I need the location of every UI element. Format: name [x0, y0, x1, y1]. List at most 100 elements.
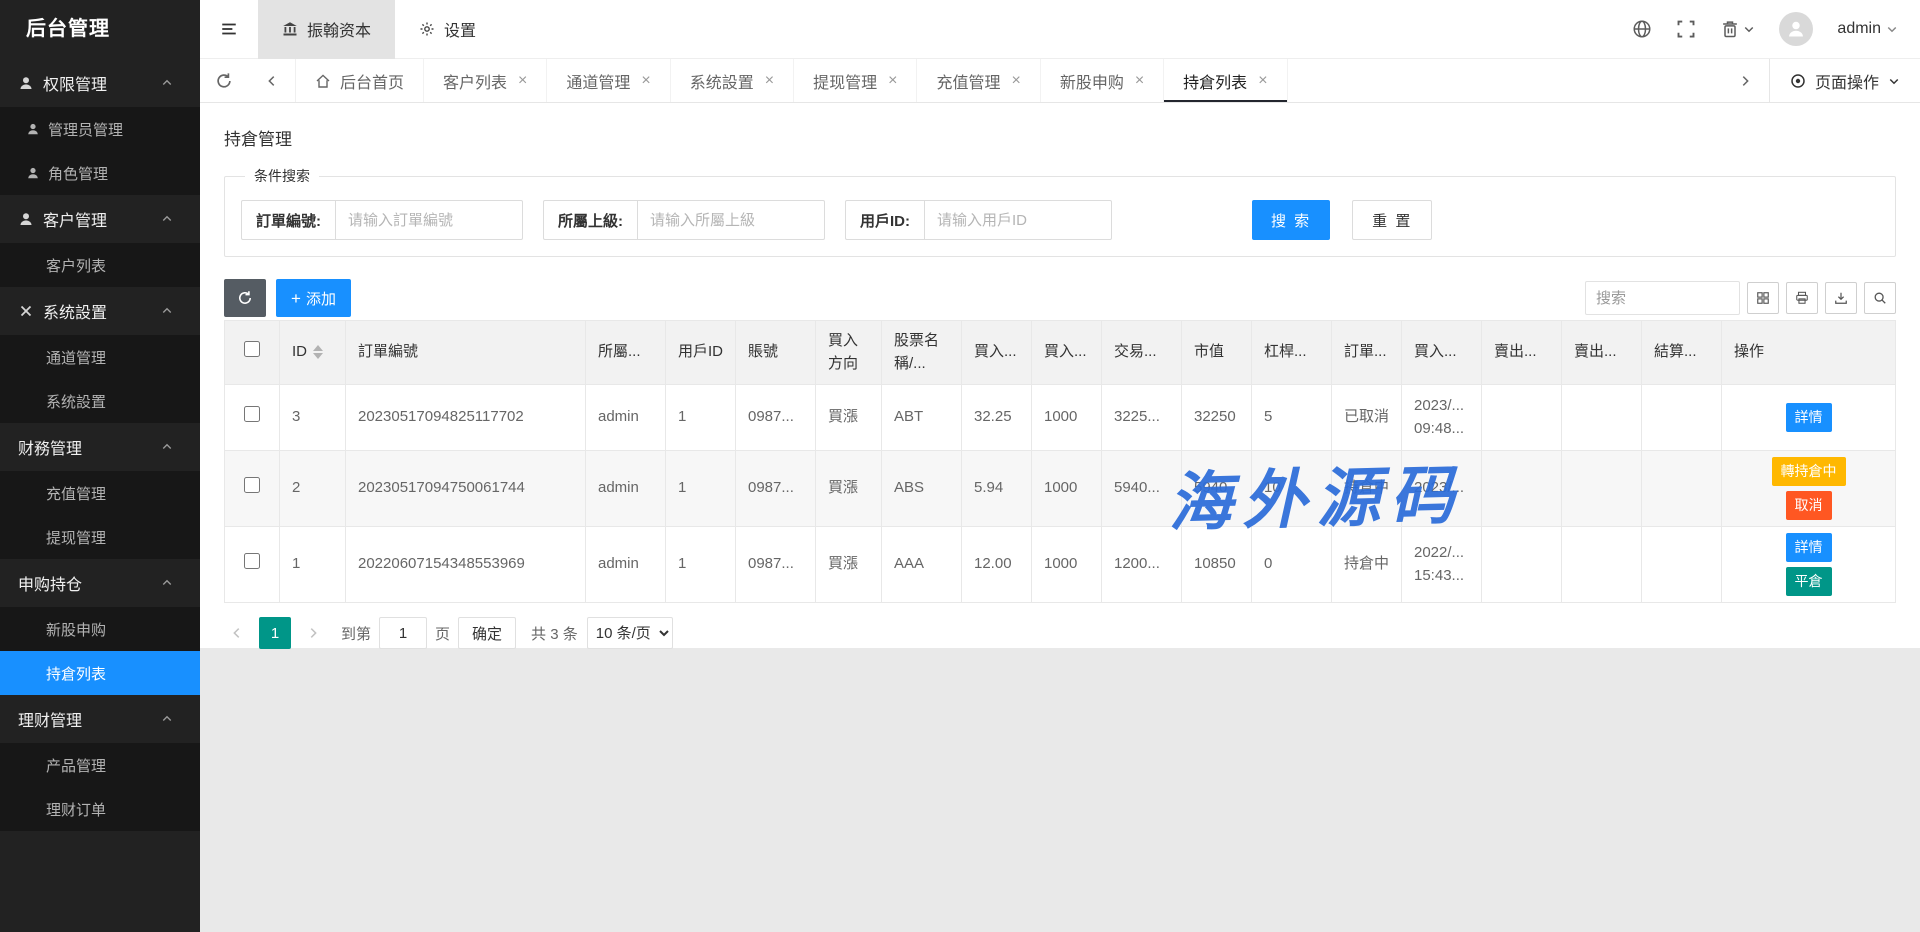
search-field-input[interactable]: [638, 201, 824, 239]
sidebar-nav: 权限管理管理员管理角色管理客户管理客户列表系统設置通道管理系统設置财務管理充值管…: [0, 59, 200, 831]
search-field-input[interactable]: [336, 201, 522, 239]
column-header: 賣出...: [1562, 321, 1642, 385]
chevron-up-icon: [161, 305, 173, 317]
refresh-tabs-button[interactable]: [200, 59, 248, 102]
sidebar-section-1[interactable]: 客户管理: [0, 195, 200, 243]
language-button[interactable]: [1632, 19, 1652, 39]
page-tab[interactable]: 客户列表×: [424, 59, 547, 102]
row-checkbox[interactable]: [244, 406, 260, 422]
total-count-label: 共 3 条: [531, 623, 578, 644]
op-button-平倉[interactable]: 平倉: [1786, 567, 1832, 596]
page-tab[interactable]: 后台首页: [296, 59, 424, 102]
next-page-button[interactable]: [300, 617, 326, 649]
page-tab-label: 后台首页: [340, 69, 404, 93]
goto-page-input[interactable]: [379, 617, 427, 649]
row-checkbox[interactable]: [244, 477, 260, 493]
goto-confirm-button[interactable]: 确定: [458, 617, 516, 649]
sidebar-section-2[interactable]: 系统設置: [0, 287, 200, 335]
table-cell: 5940: [1182, 451, 1252, 527]
sidebar-section-label: 系统設置: [43, 299, 161, 323]
sidebar-item[interactable]: 管理员管理: [0, 107, 200, 151]
page-tab[interactable]: 新股申购×: [1041, 59, 1164, 102]
table-search-input[interactable]: [1585, 281, 1740, 315]
data-table-wrap: ID訂單編號所屬...用戶ID賬號買入方向股票名稱/...買入...買入...交…: [224, 320, 1896, 603]
sidebar-section-3[interactable]: 财務管理: [0, 423, 200, 471]
select-all-checkbox[interactable]: [244, 341, 260, 357]
table-row: 220230517094750061744admin10987...買漲ABS5…: [225, 451, 1896, 527]
op-button-轉持倉中[interactable]: 轉持倉中: [1772, 457, 1846, 486]
table-cell: 20230517094825117702: [346, 385, 586, 451]
topbar-tab[interactable]: 设置: [395, 0, 500, 59]
search-field-input[interactable]: [925, 201, 1111, 239]
op-button-取消[interactable]: 取消: [1786, 491, 1832, 520]
sort-toggle[interactable]: [313, 345, 323, 359]
topbar-tab[interactable]: 振翰资本: [258, 0, 395, 59]
menu-toggle-button[interactable]: [200, 0, 258, 59]
close-tab-icon[interactable]: ×: [641, 73, 650, 89]
sidebar-item[interactable]: 持倉列表: [0, 651, 200, 695]
chevron-up-icon: [161, 713, 173, 725]
search-zoom-button[interactable]: [1864, 282, 1896, 314]
sidebar-item[interactable]: 通道管理: [0, 335, 200, 379]
export-button[interactable]: [1825, 282, 1857, 314]
chevron-left-icon: [230, 626, 244, 640]
download-icon: [1834, 291, 1848, 305]
page-operations-dropdown[interactable]: 页面操作: [1769, 59, 1920, 102]
sidebar-section-5[interactable]: 理财管理: [0, 695, 200, 743]
column-header: 訂單編號: [346, 321, 586, 385]
sidebar-section-0[interactable]: 权限管理: [0, 59, 200, 107]
sidebar-item[interactable]: 产品管理: [0, 743, 200, 787]
page-number-button[interactable]: 1: [259, 617, 291, 649]
table-cell: 1: [666, 385, 736, 451]
table-cell: 已取消: [1332, 385, 1402, 451]
sidebar-item[interactable]: 客户列表: [0, 243, 200, 287]
page-tab[interactable]: 通道管理×: [547, 59, 670, 102]
op-button-詳情[interactable]: 詳情: [1786, 533, 1832, 562]
table-cell: [1562, 451, 1642, 527]
page-tab[interactable]: 提现管理×: [794, 59, 917, 102]
refresh-table-button[interactable]: [224, 279, 266, 317]
table-cell: 1: [666, 527, 736, 603]
clear-cache-button[interactable]: [1720, 19, 1755, 39]
close-tab-icon[interactable]: ×: [1258, 73, 1267, 89]
close-tab-icon[interactable]: ×: [765, 73, 774, 89]
close-tab-icon[interactable]: ×: [888, 73, 897, 89]
prev-page-button[interactable]: [224, 617, 250, 649]
sidebar-item[interactable]: 提现管理: [0, 515, 200, 559]
sidebar-submenu: 客户列表: [0, 243, 200, 287]
avatar[interactable]: [1779, 12, 1813, 46]
page-tab[interactable]: 充值管理×: [917, 59, 1040, 102]
user-icon: [18, 211, 34, 227]
reset-button[interactable]: 重 置: [1352, 200, 1432, 240]
row-checkbox[interactable]: [244, 553, 260, 569]
sidebar-item[interactable]: 新股申购: [0, 607, 200, 651]
table-cell: 0: [1252, 527, 1332, 603]
fullscreen-button[interactable]: [1676, 19, 1696, 39]
table-cell: 買漲: [816, 527, 882, 603]
page-tab[interactable]: 持倉列表×: [1164, 59, 1287, 102]
sidebar-item[interactable]: 系统設置: [0, 379, 200, 423]
table-cell: [1642, 385, 1722, 451]
page-size-select[interactable]: 10 条/页: [587, 617, 673, 649]
add-button[interactable]: + 添加: [276, 279, 351, 317]
close-tab-icon[interactable]: ×: [1011, 73, 1020, 89]
close-tab-icon[interactable]: ×: [518, 73, 527, 89]
sidebar-section-4[interactable]: 申购持仓: [0, 559, 200, 607]
columns-toggle-button[interactable]: [1747, 282, 1779, 314]
sidebar-submenu: 管理员管理角色管理: [0, 107, 200, 195]
close-tab-icon[interactable]: ×: [1135, 73, 1144, 89]
sidebar-item[interactable]: 角色管理: [0, 151, 200, 195]
print-button[interactable]: [1786, 282, 1818, 314]
chevron-down-icon: [1888, 75, 1900, 87]
topbar-tab-label: 振翰资本: [307, 17, 371, 41]
sidebar-item[interactable]: 理财订单: [0, 787, 200, 831]
tools-icon: [18, 303, 34, 319]
user-menu[interactable]: admin: [1837, 20, 1898, 38]
sidebar-submenu: 充值管理提现管理: [0, 471, 200, 559]
page-tab[interactable]: 系统設置×: [671, 59, 794, 102]
scroll-tabs-right-button[interactable]: [1721, 59, 1769, 102]
scroll-tabs-left-button[interactable]: [248, 59, 296, 102]
search-button[interactable]: 搜 索: [1252, 200, 1330, 240]
sidebar-item[interactable]: 充值管理: [0, 471, 200, 515]
op-button-詳情[interactable]: 詳情: [1786, 403, 1832, 432]
